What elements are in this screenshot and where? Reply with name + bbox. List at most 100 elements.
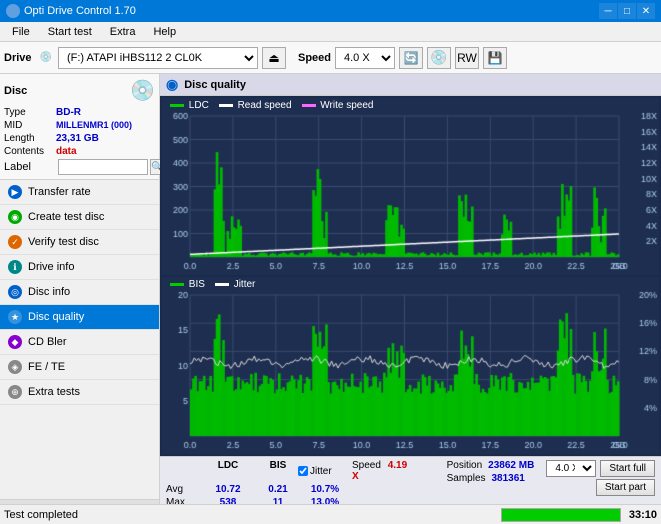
type-label: Type (4, 107, 56, 118)
test-speed-select[interactable]: 4.0 X (546, 460, 596, 477)
bis-legend-bis: BIS (170, 279, 205, 290)
disc-panel-header: Disc 💿 (4, 78, 155, 103)
drive-select[interactable]: (F:) ATAPI iHBS112 2 CL0K (58, 47, 258, 69)
bis-legend-jitter: Jitter (215, 279, 255, 290)
fe-te-icon: ◈ (8, 360, 22, 374)
samples-row: Samples 381361 (447, 473, 535, 484)
stats-right: Position 23862 MB Samples 381361 (447, 460, 535, 484)
write-speed-color (302, 104, 316, 107)
speed-select[interactable]: 4.0 X (335, 47, 395, 69)
stats-headers: LDC BIS Jitter Speed 4.19 X (166, 460, 412, 482)
ldc-header: LDC (198, 460, 258, 482)
samples-value: 381361 (492, 473, 525, 484)
jitter-color (215, 283, 229, 286)
title-bar-left: Opti Drive Control 1.70 (6, 4, 136, 18)
speed-stat-label: Speed (352, 460, 381, 471)
disc-quality-icon: ★ (8, 310, 22, 324)
length-field: Length 23,31 GB (4, 133, 155, 144)
speed-area: Speed 4.19 X (352, 460, 412, 482)
disc-quality-label: Disc quality (28, 311, 84, 323)
menu-start-test[interactable]: Start test (40, 24, 100, 40)
disc-panel-icon: 💿 (130, 78, 155, 103)
label-input[interactable] (58, 159, 148, 175)
status-bar: Test completed 33:10 (0, 504, 661, 524)
disc-info-icon: ◎ (8, 285, 22, 299)
bis-header: BIS (258, 460, 298, 482)
disc-button[interactable]: 💿 (427, 47, 451, 69)
sidebar-item-cd-bler[interactable]: ◆ CD Bler (0, 330, 159, 355)
sidebar-item-verify-test-disc[interactable]: ✓ Verify test disc (0, 230, 159, 255)
ldc-legend-write: Write speed (302, 100, 374, 111)
bis-chart-container: BIS Jitter (162, 277, 659, 454)
close-button[interactable]: ✕ (637, 3, 655, 19)
speed-select-row: 4.0 X Start full (546, 460, 655, 477)
rw-button[interactable]: RW (455, 47, 479, 69)
label-label: Label (4, 161, 56, 173)
verify-test-disc-icon: ✓ (8, 235, 22, 249)
maximize-button[interactable]: □ (618, 3, 636, 19)
status-progress-fill (502, 509, 620, 521)
sidebar-item-transfer-rate[interactable]: ▶ Transfer rate (0, 180, 159, 205)
disc-panel: Disc 💿 Type BD-R MID MILLENMR1 (000) Len… (0, 74, 159, 180)
disc-info-label: Disc info (28, 286, 70, 298)
app-title: Opti Drive Control 1.70 (24, 5, 136, 17)
status-progress-bar (501, 508, 621, 522)
minimize-button[interactable]: ─ (599, 3, 617, 19)
app-icon (6, 4, 20, 18)
chart-title-icon: ◉ (166, 76, 178, 93)
chart-title: Disc quality (184, 79, 246, 91)
main-content: ◉ Disc quality LDC Read speed (160, 74, 661, 524)
position-row: Position 23862 MB (447, 460, 535, 471)
type-value: BD-R (56, 107, 81, 118)
verify-test-disc-label: Verify test disc (28, 236, 99, 248)
sidebar-item-create-test-disc[interactable]: ◉ Create test disc (0, 205, 159, 230)
mid-label: MID (4, 120, 56, 131)
bis-color (170, 283, 184, 286)
position-value: 23862 MB (488, 460, 534, 471)
sidebar-item-extra-tests[interactable]: ⊕ Extra tests (0, 380, 159, 405)
sidebar-item-drive-info[interactable]: ℹ Drive info (0, 255, 159, 280)
transfer-rate-label: Transfer rate (28, 186, 91, 198)
cd-bler-label: CD Bler (28, 336, 67, 348)
sidebar-item-disc-quality[interactable]: ★ Disc quality (0, 305, 159, 330)
start-full-button[interactable]: Start full (600, 460, 655, 477)
bis-chart (162, 277, 659, 454)
sidebar-item-disc-info[interactable]: ◎ Disc info (0, 280, 159, 305)
menu-file[interactable]: File (4, 24, 38, 40)
fe-te-label: FE / TE (28, 361, 65, 373)
menu-help[interactable]: Help (145, 24, 184, 40)
speed-label: Speed (298, 52, 331, 64)
menu-extra[interactable]: Extra (102, 24, 144, 40)
length-value: 23,31 GB (56, 133, 99, 144)
drive-info-icon: ℹ (8, 260, 22, 274)
drive-info-label: Drive info (28, 261, 74, 273)
menu-bar: File Start test Extra Help (0, 22, 661, 42)
speed-start-area: 4.0 X Start full Start part (546, 460, 655, 496)
ldc-chart-container: LDC Read speed Write speed (162, 98, 659, 275)
jitter-check-area: Jitter (298, 460, 348, 482)
jitter-checkbox[interactable] (298, 466, 308, 476)
refresh-button[interactable]: 🔄 (399, 47, 423, 69)
bis-avg: 0.21 (258, 484, 298, 495)
nav-items: ▶ Transfer rate ◉ Create test disc ✓ Ver… (0, 180, 159, 499)
toolbar: Drive 💿 (F:) ATAPI iHBS112 2 CL0K ⏏ Spee… (0, 42, 661, 74)
jitter-avg: 10.7% (298, 484, 352, 495)
contents-field: Contents data (4, 146, 155, 157)
eject-button[interactable]: ⏏ (262, 47, 286, 69)
title-bar: Opti Drive Control 1.70 ─ □ ✕ (0, 0, 661, 22)
chart-header: ◉ Disc quality (160, 74, 661, 96)
create-test-disc-icon: ◉ (8, 210, 22, 224)
mid-field: MID MILLENMR1 (000) (4, 120, 155, 131)
length-label: Length (4, 133, 56, 144)
status-time: 33:10 (629, 509, 657, 521)
ldc-avg: 10.72 (198, 484, 258, 495)
start-part-button[interactable]: Start part (596, 479, 655, 496)
title-bar-controls: ─ □ ✕ (599, 3, 655, 19)
main-layout: Disc 💿 Type BD-R MID MILLENMR1 (000) Len… (0, 74, 661, 524)
save-button[interactable]: 💾 (483, 47, 507, 69)
cd-bler-icon: ◆ (8, 335, 22, 349)
bis-legend: BIS Jitter (170, 279, 255, 290)
status-text: Test completed (4, 509, 501, 521)
sidebar-item-fe-te[interactable]: ◈ FE / TE (0, 355, 159, 380)
create-test-disc-label: Create test disc (28, 211, 104, 223)
